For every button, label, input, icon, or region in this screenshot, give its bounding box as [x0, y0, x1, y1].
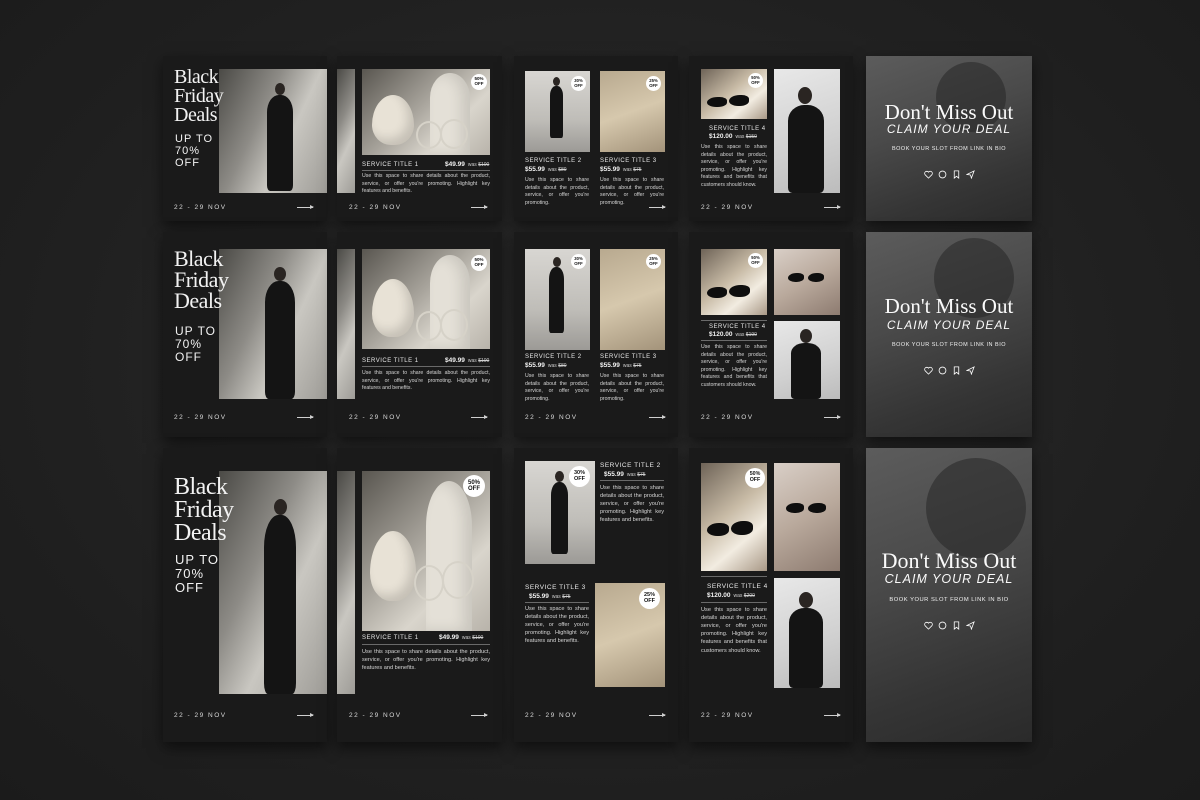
- discount-badge: 25% OFF: [646, 254, 661, 269]
- standing-model-photo: 30% OFF: [525, 71, 590, 152]
- social-icons: [866, 170, 1032, 179]
- model-photo: [219, 69, 327, 193]
- sitting-model-photo: 25% OFF: [595, 583, 665, 687]
- sunglasses-model-photo: [774, 463, 840, 571]
- card-promo-r1: Don't Miss Out CLAIM YOUR DEAL BOOK YOUR…: [866, 56, 1032, 221]
- arrow-right-icon: [649, 205, 666, 209]
- arrow-right-icon: [824, 713, 841, 717]
- card-service1-r2: 50% OFF SERVICE TITLE 1 $49.99 was $100 Us…: [337, 232, 502, 437]
- service-price: $49.99 was $100: [445, 161, 490, 168]
- service-title: SERVICE TITLE 1: [362, 162, 419, 168]
- arrow-right-icon: [297, 205, 314, 209]
- sunglasses-photo: 50% OFF: [701, 463, 767, 571]
- standing-model-photo: 30% OFF: [525, 249, 590, 350]
- card-service1-r1: 50% OFF SERVICE TITLE 1 $49.99 was $100 Us…: [337, 56, 502, 221]
- card-promo-r2: Don't Miss Out CLAIM YOUR DEAL BOOK YOUR…: [866, 232, 1032, 437]
- arrow-right-icon: [649, 713, 666, 717]
- arrow-right-icon: [297, 713, 314, 717]
- vase-photo: 50% OFF: [362, 249, 490, 349]
- card-bf-r2: Black Friday Deals UP TO 70% OFF 22 - 29 NOV: [163, 232, 327, 437]
- discount-badge: 30% OFF: [571, 254, 586, 269]
- promo-book-text: BOOK YOUR SLOT FROM LINK IN BIO: [891, 146, 1006, 152]
- discount-badge: 50% OFF: [748, 253, 763, 268]
- discount-badge: 50% OFF: [471, 255, 487, 271]
- portrait-photo: [774, 321, 840, 399]
- model-photo: [219, 249, 327, 399]
- sitting-model-photo: 25% OFF: [600, 71, 665, 152]
- social-icons: [866, 621, 1032, 630]
- discount-badge: 30% OFF: [569, 466, 590, 487]
- card-services23-r3: 30% OFF SERVICE TITLE 2 $55.99 was $75 Use…: [514, 448, 678, 742]
- card-service1-r3: 50% OFF SERVICE TITLE 1 $49.99 was $100 Us…: [337, 448, 502, 742]
- arrow-right-icon: [297, 415, 314, 419]
- sunglasses-model-photo: [774, 249, 840, 315]
- heart-icon[interactable]: [923, 366, 933, 375]
- arrow-right-icon: [824, 415, 841, 419]
- send-icon[interactable]: [965, 366, 975, 375]
- card-service4-r1: 50% OFF SERVICE TITLE 4 $120.00 was $150 U…: [689, 56, 853, 221]
- card-bf-r3: Black Friday Deals UP TO 70% OFF 22 - 29 NOV: [163, 448, 327, 742]
- vase-photo: 50% OFF: [362, 471, 490, 631]
- bookmark-icon[interactable]: [952, 621, 961, 630]
- sitting-model-photo: 25% OFF: [600, 249, 665, 350]
- comment-icon[interactable]: [938, 170, 947, 179]
- vase-photo: 50% OFF: [362, 69, 490, 155]
- card-services23-r2: 30% OFF 25% OFF SERVICE TITLE 2 $55.99 was …: [514, 232, 678, 437]
- promo-claim: CLAIM YOUR DEAL: [886, 122, 1012, 136]
- sunglasses-photo: 50% OFF: [701, 249, 767, 315]
- mockup-stage: Black Friday Deals UP TO 70% OFF 22 - 29 NOV…: [0, 0, 1200, 800]
- discount-badge: 50% OFF: [748, 73, 763, 88]
- model-photo: [219, 471, 327, 694]
- date-label: 22 - 29 NOV: [174, 204, 227, 211]
- bookmark-icon[interactable]: [952, 366, 961, 375]
- bf-title: Black Friday Deals: [174, 66, 224, 126]
- arrow-right-icon: [471, 205, 488, 209]
- arrow-right-icon: [471, 713, 488, 717]
- discount-badge: 25% OFF: [646, 76, 661, 91]
- heart-icon[interactable]: [923, 170, 933, 179]
- discount-badge: 25% OFF: [639, 588, 660, 609]
- discount-badge: 50% OFF: [471, 74, 487, 90]
- card-bf-r1: Black Friday Deals UP TO 70% OFF 22 - 29 NOV: [163, 56, 327, 221]
- standing-model-photo: 30% OFF: [525, 461, 595, 564]
- arrow-right-icon: [471, 415, 488, 419]
- send-icon[interactable]: [965, 170, 975, 179]
- date-label: 22 - 29 NOV: [349, 204, 402, 211]
- sunglasses-photo: 50% OFF: [701, 69, 767, 119]
- portrait-photo: [774, 69, 840, 193]
- card-service4-r2: 50% OFF SERVICE TITLE 4 $120.00 was $190 U…: [689, 232, 853, 437]
- discount-badge: 50% OFF: [463, 475, 485, 497]
- send-icon[interactable]: [965, 621, 975, 630]
- discount-badge: 30% OFF: [571, 76, 586, 91]
- portrait-photo: [774, 578, 840, 688]
- comment-icon[interactable]: [938, 621, 947, 630]
- service-description: Use this space to share details about th…: [362, 173, 490, 195]
- comment-icon[interactable]: [938, 366, 947, 375]
- card-service4-r3: 50% OFF SERVICE TITLE 4 $120.00 was $200 U…: [689, 448, 853, 742]
- arrow-right-icon: [649, 415, 666, 419]
- arrow-right-icon: [824, 205, 841, 209]
- bookmark-icon[interactable]: [952, 170, 961, 179]
- card-services23-r1: 30% OFF 25% OFF SERVICE TITLE 2 $55.99 was …: [514, 56, 678, 221]
- heart-icon[interactable]: [923, 621, 933, 630]
- card-promo-r3: Don't Miss Out CLAIM YOUR DEAL BOOK YOUR…: [866, 448, 1032, 742]
- bf-discount: UP TO 70% OFF: [175, 133, 214, 169]
- discount-badge: 50% OFF: [745, 468, 765, 488]
- social-icons: [866, 366, 1032, 375]
